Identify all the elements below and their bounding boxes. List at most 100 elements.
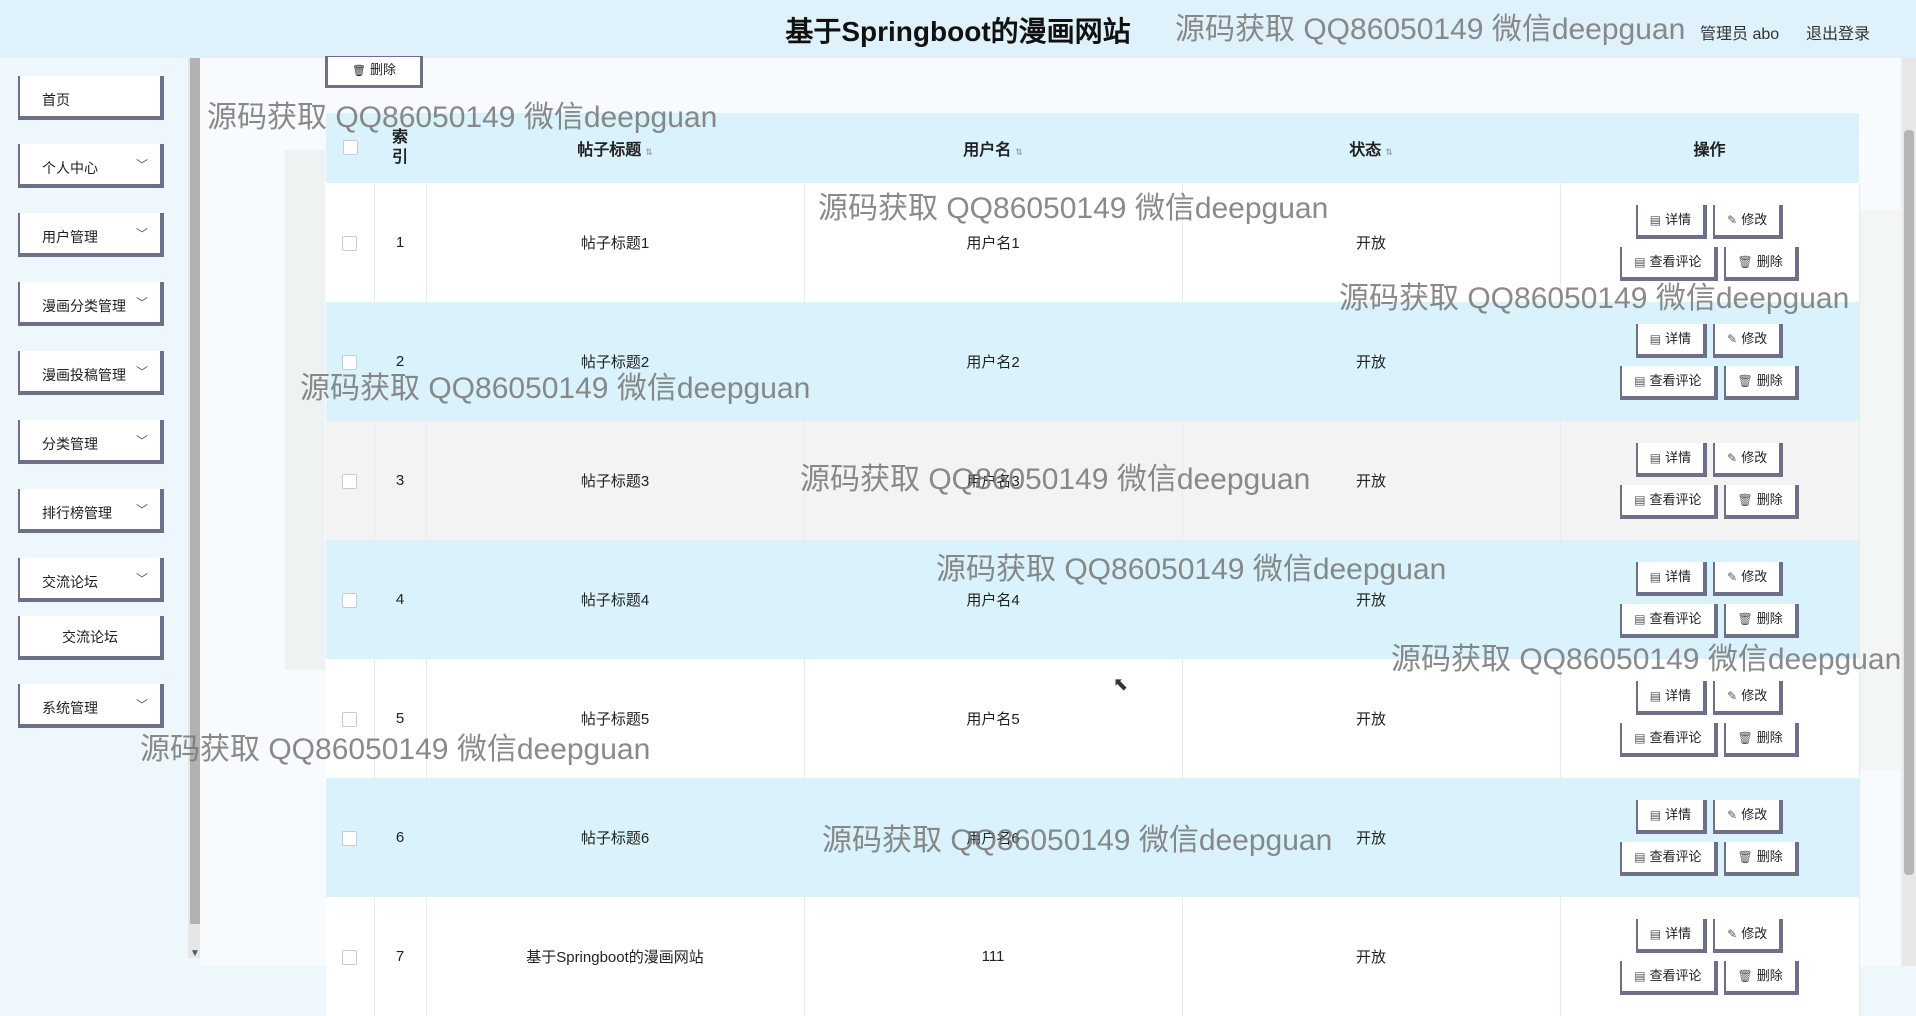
edit-button[interactable]: ✎ 修改 [1713, 799, 1784, 834]
sidebar-item-personal-center[interactable]: 个人中心 ﹀ [18, 144, 164, 188]
username-cell: 用户名6 [804, 778, 1183, 897]
chevron-down-icon: ﹀ [135, 158, 148, 172]
main-scrollbar-thumb[interactable] [1904, 130, 1914, 875]
delete-button[interactable]: 🗑 删除 [1723, 246, 1799, 281]
detail-button[interactable]: ▤ 详情 [1635, 918, 1708, 953]
view-comments-button-label: 查看评论 [1649, 729, 1702, 745]
edit-button[interactable]: ✎ 修改 [1713, 323, 1784, 358]
edit-button[interactable]: ✎ 修改 [1713, 204, 1784, 239]
sidebar-scrollbar-thumb[interactable] [190, 58, 200, 924]
status-cell: 开放 [1182, 897, 1561, 1016]
logout-link[interactable]: 退出登录 [1806, 20, 1870, 44]
sidebar-item-forum[interactable]: 交流论坛 ﹀ [18, 558, 164, 602]
row-checkbox[interactable] [342, 592, 358, 608]
delete-button-label: 删除 [1756, 491, 1783, 507]
row-select-cell [326, 897, 375, 1016]
document-icon: ▤ [1634, 254, 1646, 269]
document-icon: ▤ [1649, 926, 1662, 941]
sidebar-item-user-management[interactable]: 用户管理 ﹀ [18, 213, 164, 257]
sidebar-item-label: 漫画投稿管理 [42, 367, 126, 383]
chevron-down-icon: ﹀ [135, 434, 148, 448]
detail-button[interactable]: ▤ 详情 [1635, 680, 1708, 715]
sort-icon[interactable]: ⇅ [1385, 147, 1393, 157]
index-cell: 7 [374, 897, 427, 1016]
row-checkbox[interactable] [342, 949, 358, 965]
sidebar-item-label: 个人中心 [42, 160, 98, 176]
username-cell: 用户名3 [804, 421, 1183, 540]
sort-icon[interactable]: ⇅ [1015, 147, 1023, 157]
row-checkbox[interactable] [342, 830, 358, 846]
view-comments-button[interactable]: ▤ 查看评论 [1620, 365, 1718, 400]
delete-button[interactable]: 🗑 删除 [1723, 841, 1799, 876]
row-select-cell [326, 540, 375, 659]
edit-button[interactable]: ✎ 修改 [1713, 561, 1784, 596]
select-all-checkbox[interactable] [342, 140, 358, 156]
column-username-label: 用户名 [963, 142, 1012, 159]
pencil-icon: ✎ [1727, 926, 1738, 941]
trash-icon: 🗑 [1737, 254, 1753, 269]
detail-button[interactable]: ▤ 详情 [1635, 204, 1708, 239]
detail-button-label: 详情 [1665, 925, 1692, 941]
view-comments-button[interactable]: ▤ 查看评论 [1620, 484, 1718, 519]
actions-cell: ▤ 详情 ✎ 修改 ▤ 查看评论 🗑 删除 [1560, 540, 1860, 659]
actions-cell: ▤ 详情 ✎ 修改 ▤ 查看评论 🗑 删除 [1560, 778, 1860, 897]
detail-button[interactable]: ▤ 详情 [1635, 799, 1708, 834]
column-title[interactable]: 帖子标题 ⇅ [426, 113, 804, 183]
scroll-down-arrow-icon[interactable]: ▼ [190, 948, 200, 959]
trash-icon: 🗑 [1737, 492, 1753, 507]
trash-icon: 🗑 [1737, 730, 1753, 745]
row-checkbox[interactable] [342, 473, 358, 489]
background-decoration [285, 150, 325, 670]
username-cell: 用户名2 [804, 302, 1183, 421]
detail-button[interactable]: ▤ 详情 [1635, 561, 1708, 596]
row-checkbox[interactable] [342, 235, 358, 251]
sidebar-item-home[interactable]: 首页 [18, 76, 164, 120]
sidebar-item-system-management[interactable]: 系统管理 ﹀ [18, 684, 164, 728]
title-cell: 帖子标题3 [426, 421, 805, 540]
view-comments-button-label: 查看评论 [1649, 848, 1702, 864]
row-select-cell [326, 421, 375, 540]
actions-cell: ▤ 详情 ✎ 修改 ▤ 查看评论 🗑 删除 [1560, 421, 1860, 540]
chevron-down-icon: ﹀ [135, 365, 148, 379]
row-checkbox[interactable] [342, 354, 358, 370]
delete-button[interactable]: 🗑 删除 [1723, 365, 1799, 400]
column-username[interactable]: 用户名 ⇅ [804, 113, 1182, 183]
delete-button[interactable]: 🗑 删除 [1723, 722, 1799, 757]
column-status-label: 状态 [1349, 142, 1382, 159]
document-icon: ▤ [1634, 730, 1646, 745]
delete-button-label: 删除 [1756, 253, 1783, 269]
pencil-icon: ✎ [1727, 212, 1738, 227]
edit-button[interactable]: ✎ 修改 [1713, 680, 1784, 715]
column-actions: 操作 [1560, 113, 1859, 183]
view-comments-button-label: 查看评论 [1649, 372, 1702, 388]
detail-button-label: 详情 [1665, 806, 1692, 822]
pencil-icon: ✎ [1727, 688, 1738, 703]
sidebar-item-category-management[interactable]: 分类管理 ﹀ [18, 420, 164, 464]
title-cell: 帖子标题6 [426, 778, 805, 897]
sidebar-item-ranking-management[interactable]: 排行榜管理 ﹀ [18, 489, 164, 533]
view-comments-button[interactable]: ▤ 查看评论 [1620, 841, 1718, 876]
sidebar-item-comic-submission-management[interactable]: 漫画投稿管理 ﹀ [18, 351, 164, 395]
sidebar-subitem-forum[interactable]: 交流论坛 [18, 616, 164, 660]
view-comments-button[interactable]: ▤ 查看评论 [1620, 722, 1718, 757]
sidebar-item-comic-category-management[interactable]: 漫画分类管理 ﹀ [18, 282, 164, 326]
sort-icon[interactable]: ⇅ [645, 147, 653, 157]
column-status[interactable]: 状态 ⇅ [1182, 113, 1560, 183]
delete-button[interactable]: 🗑 删除 [1723, 603, 1799, 638]
username-cell: 用户名1 [804, 183, 1183, 302]
view-comments-button[interactable]: ▤ 查看评论 [1620, 246, 1718, 281]
detail-button[interactable]: ▤ 详情 [1635, 323, 1708, 358]
view-comments-button[interactable]: ▤ 查看评论 [1620, 603, 1718, 638]
detail-button-label: 详情 [1665, 568, 1692, 584]
delete-button[interactable]: 🗑 删除 [1723, 484, 1799, 519]
row-checkbox[interactable] [342, 711, 358, 727]
edit-button[interactable]: ✎ 修改 [1713, 918, 1784, 953]
batch-delete-button[interactable]: 🗑 删除 [325, 56, 423, 88]
chevron-down-icon: ﹀ [135, 296, 148, 310]
row-select-cell [326, 183, 375, 302]
edit-button-label: 修改 [1741, 687, 1768, 703]
detail-button[interactable]: ▤ 详情 [1635, 442, 1708, 477]
delete-button-label: 删除 [1756, 729, 1783, 745]
batch-delete-label: 删除 [369, 62, 396, 77]
edit-button[interactable]: ✎ 修改 [1713, 442, 1784, 477]
